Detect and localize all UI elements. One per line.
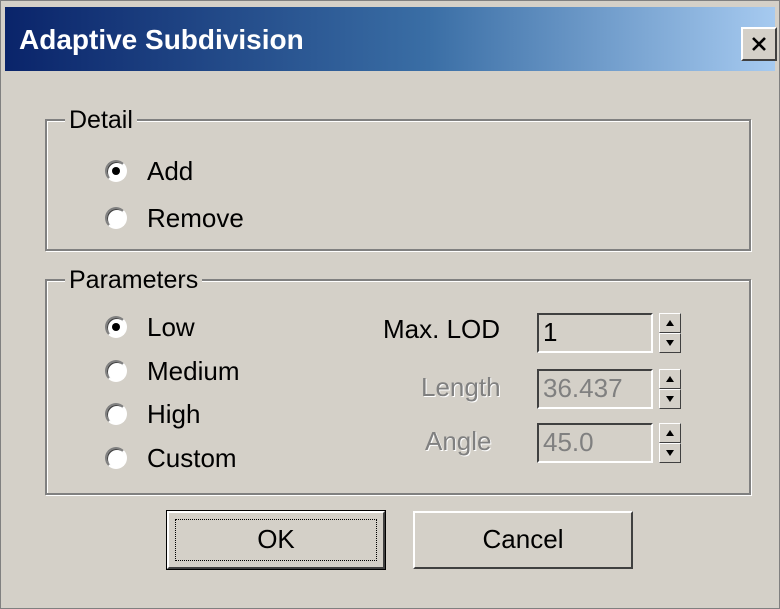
radio-high-indicator[interactable] bbox=[105, 403, 127, 425]
detail-group-label: Detail bbox=[65, 106, 137, 134]
radio-remove-indicator[interactable] bbox=[105, 207, 127, 229]
radio-remove[interactable]: Remove bbox=[105, 202, 244, 234]
radio-add-label: Add bbox=[147, 156, 194, 186]
radio-custom[interactable]: Custom bbox=[105, 442, 237, 474]
close-icon bbox=[752, 37, 766, 51]
spin-up-arrow-icon bbox=[666, 430, 674, 436]
max-lod-spin-up[interactable] bbox=[659, 313, 681, 333]
angle-spin-down[interactable] bbox=[659, 443, 681, 463]
radio-custom-label: Custom bbox=[147, 443, 237, 473]
cancel-button-label: Cancel bbox=[482, 524, 564, 554]
max-lod-spinner bbox=[659, 313, 681, 353]
cancel-button[interactable]: Cancel bbox=[413, 511, 633, 569]
length-spin-down[interactable] bbox=[659, 389, 681, 409]
max-lod-input[interactable]: 1 bbox=[537, 313, 653, 353]
ok-focus-ring bbox=[175, 519, 377, 561]
angle-input[interactable]: 45.0 bbox=[537, 423, 653, 463]
radio-remove-label: Remove bbox=[147, 203, 244, 233]
spin-up-arrow-icon bbox=[666, 320, 674, 326]
radio-add-indicator[interactable] bbox=[105, 160, 127, 182]
parameters-group-label: Parameters bbox=[65, 266, 203, 294]
radio-medium-indicator[interactable] bbox=[105, 360, 127, 382]
angle-label: Angle bbox=[425, 426, 492, 456]
angle-spin-up[interactable] bbox=[659, 423, 681, 443]
window-title: Adaptive Subdivision bbox=[19, 24, 304, 55]
spin-down-arrow-icon bbox=[666, 340, 674, 346]
radio-add[interactable]: Add bbox=[105, 155, 193, 187]
length-spin-up[interactable] bbox=[659, 369, 681, 389]
angle-spinner bbox=[659, 423, 681, 463]
length-spinner bbox=[659, 369, 681, 409]
spin-up-arrow-icon bbox=[666, 376, 674, 382]
radio-medium-label: Medium bbox=[147, 356, 240, 386]
close-button[interactable] bbox=[741, 27, 777, 61]
ok-button[interactable]: OK bbox=[166, 510, 386, 570]
radio-low-indicator[interactable] bbox=[105, 316, 127, 338]
radio-medium[interactable]: Medium bbox=[105, 355, 239, 387]
length-input[interactable]: 36.437 bbox=[537, 369, 653, 409]
radio-custom-indicator[interactable] bbox=[105, 447, 127, 469]
radio-high-label: High bbox=[147, 399, 201, 429]
radio-low[interactable]: Low bbox=[105, 311, 195, 343]
spin-down-arrow-icon bbox=[666, 450, 674, 456]
spin-down-arrow-icon bbox=[666, 396, 674, 402]
radio-high[interactable]: High bbox=[105, 398, 200, 430]
dialog-window: Adaptive Subdivision Detail Add Remove P… bbox=[0, 0, 780, 609]
length-label: Length bbox=[421, 372, 501, 402]
max-lod-spin-down[interactable] bbox=[659, 333, 681, 353]
title-bar[interactable]: Adaptive Subdivision bbox=[5, 7, 777, 71]
max-lod-label: Max. LOD bbox=[383, 314, 501, 344]
radio-low-label: Low bbox=[147, 312, 195, 342]
